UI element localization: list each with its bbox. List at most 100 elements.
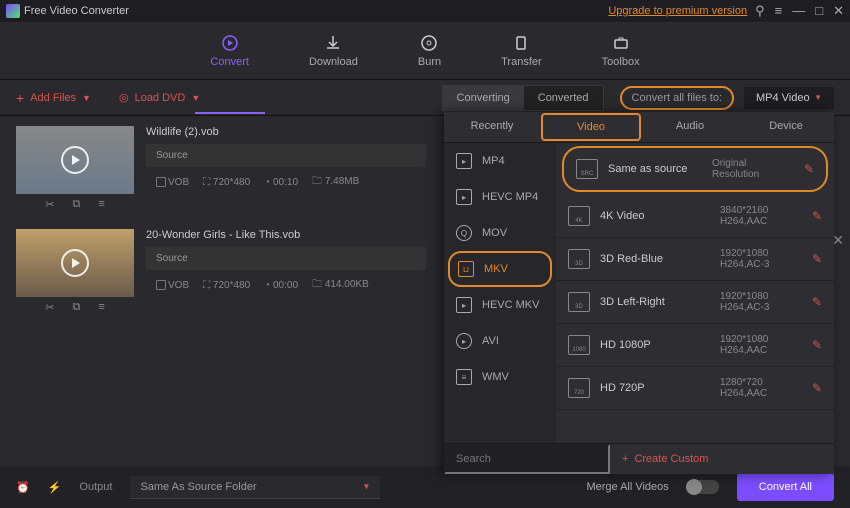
tab-video[interactable]: Video <box>541 113 641 141</box>
edit-icon[interactable]: ✎ <box>812 295 822 309</box>
panel-footer: + Create Custom <box>444 443 834 474</box>
edit-icon[interactable]: ✎ <box>804 162 814 176</box>
schedule-icon[interactable]: ⏰ <box>16 481 30 494</box>
resolution-icon: SRC <box>576 159 598 179</box>
plus-icon: + <box>622 453 628 465</box>
resolution-meta: Original Resolution <box>712 158 759 180</box>
resolution-dim: 3840*2160 <box>720 205 802 216</box>
tab-converting[interactable]: Converting <box>443 86 524 110</box>
source-label: Source <box>156 150 188 161</box>
format-icon: ⊔ <box>458 261 474 277</box>
gpu-icon[interactable]: ⚡ <box>48 481 62 494</box>
resolution-icon: 3D <box>568 292 590 312</box>
search-input[interactable] <box>444 444 610 474</box>
trim-icon[interactable]: ✂ <box>45 198 54 211</box>
load-dvd-button[interactable]: ◎ Load DVD ▼ <box>119 91 200 104</box>
format-icon: ≡ <box>456 369 472 385</box>
resolution-3d-redblue[interactable]: 3D 3D Red-Blue 1920*1080H264,AC-3 ✎ <box>556 238 834 281</box>
format-wmv[interactable]: ≡WMV <box>444 359 556 395</box>
resolution-icon: 1080 <box>568 335 590 355</box>
key-icon[interactable]: ⚲ <box>755 3 765 19</box>
nav-download-label: Download <box>309 56 358 68</box>
file-name: 20-Wonder Girls - Like This.vob <box>146 229 426 241</box>
nav-convert[interactable]: Convert <box>210 34 249 68</box>
tab-device[interactable]: Device <box>738 112 834 142</box>
filesize-icon: 🗀 <box>312 176 325 187</box>
chevron-down-icon: ▼ <box>191 93 200 103</box>
resolution-3d-leftright[interactable]: 3D 3D Left-Right 1920*1080H264,AC-3 ✎ <box>556 281 834 324</box>
resolution-name: Same as source <box>608 163 702 175</box>
menu-icon[interactable]: ≡ <box>775 3 783 19</box>
settings-icon[interactable]: ≡ <box>98 198 104 211</box>
nav-download[interactable]: Download <box>309 34 358 68</box>
format-mkv[interactable]: ⊔MKV <box>448 251 552 287</box>
panel-tabs: Recently Video Audio Device <box>444 112 834 143</box>
edit-icon[interactable]: ✎ <box>812 209 822 223</box>
crop-icon[interactable]: ⧉ <box>72 301 80 314</box>
minimize-button[interactable]: — <box>792 3 805 19</box>
merge-label: Merge All Videos <box>586 481 668 493</box>
format-icon: Q <box>456 225 472 241</box>
format-column: ▸MP4 ▸HEVC MP4 QMOV ⊔MKV ▸HEVC MKV ▸AVI … <box>444 143 556 443</box>
file-dimensions: 720*480 <box>213 280 250 291</box>
file-size: 7.48MB <box>325 176 359 187</box>
video-thumbnail[interactable] <box>16 229 134 297</box>
resolution-same-as-source[interactable]: SRC Same as source Original Resolution ✎ <box>562 146 828 192</box>
format-label: MP4 <box>482 155 505 167</box>
maximize-button[interactable]: □ <box>815 3 823 19</box>
convert-target: Convert all files to: MP4 Video ▼ <box>620 86 834 110</box>
tab-converted[interactable]: Converted <box>524 86 603 110</box>
tab-recently[interactable]: Recently <box>444 112 540 142</box>
create-custom-button[interactable]: + Create Custom <box>610 444 834 474</box>
source-label: Source <box>156 253 188 264</box>
edit-icon[interactable]: ✎ <box>812 252 822 266</box>
resolution-1080p[interactable]: 1080 HD 1080P 1920*1080H264,AAC ✎ <box>556 324 834 367</box>
merge-toggle[interactable] <box>687 480 719 494</box>
crop-icon[interactable]: ⧉ <box>72 198 80 211</box>
nav-transfer[interactable]: Transfer <box>501 34 542 68</box>
resolution-dim: 1920*1080 <box>720 291 802 302</box>
resolution-codec: H264,AAC <box>720 216 802 227</box>
edit-icon[interactable]: ✎ <box>812 338 822 352</box>
resolution-720p[interactable]: 720 HD 720P 1280*720H264,AAC ✎ <box>556 367 834 410</box>
format-mov[interactable]: QMOV <box>444 215 556 251</box>
load-dvd-label: Load DVD <box>135 92 186 104</box>
convert-target-select[interactable]: MP4 Video ▼ <box>744 87 834 109</box>
upgrade-link[interactable]: Upgrade to premium version <box>608 5 747 17</box>
toolbox-icon <box>612 34 630 52</box>
settings-icon[interactable]: ≡ <box>98 301 104 314</box>
source-row[interactable]: Source <box>146 144 426 167</box>
file-duration: 00:10 <box>273 177 298 188</box>
file-name: Wildlife (2).vob <box>146 126 426 138</box>
trim-icon[interactable]: ✂ <box>45 301 54 314</box>
format-mp4[interactable]: ▸MP4 <box>444 143 556 179</box>
video-thumbnail[interactable] <box>16 126 134 194</box>
resolution-dim: 1920*1080 <box>720 248 802 259</box>
resolution-dim: 1280*720 <box>720 377 802 388</box>
source-row[interactable]: Source <box>146 247 426 270</box>
panel-close-icon[interactable]: ✕ <box>832 232 844 249</box>
resolution-4k[interactable]: 4K 4K Video 3840*2160H264,AAC ✎ <box>556 195 834 238</box>
nav-toolbox[interactable]: Toolbox <box>602 34 640 68</box>
tab-audio[interactable]: Audio <box>642 112 738 142</box>
format-avi[interactable]: ▸AVI <box>444 323 556 359</box>
edit-icon[interactable]: ✎ <box>812 381 822 395</box>
resolution-name: HD 720P <box>600 382 710 394</box>
codec-icon <box>156 177 166 187</box>
dimensions-icon: ⛶ <box>203 177 213 188</box>
add-files-button[interactable]: + Add Files ▼ <box>16 90 91 106</box>
format-hevc-mp4[interactable]: ▸HEVC MP4 <box>444 179 556 215</box>
codec-icon <box>156 280 166 290</box>
convert-icon <box>221 34 239 52</box>
format-label: HEVC MKV <box>482 299 539 311</box>
nav-toolbox-label: Toolbox <box>602 56 640 68</box>
output-select[interactable]: Same As Source Folder ▼ <box>130 476 380 499</box>
file-codec: VOB <box>168 177 189 188</box>
chevron-down-icon: ▼ <box>814 93 822 102</box>
format-icon: ▸ <box>456 333 472 349</box>
close-button[interactable]: ✕ <box>833 3 844 19</box>
nav-burn[interactable]: Burn <box>418 34 441 68</box>
convert-all-button[interactable]: Convert All <box>737 473 834 501</box>
format-hevc-mkv[interactable]: ▸HEVC MKV <box>444 287 556 323</box>
play-icon <box>61 146 89 174</box>
